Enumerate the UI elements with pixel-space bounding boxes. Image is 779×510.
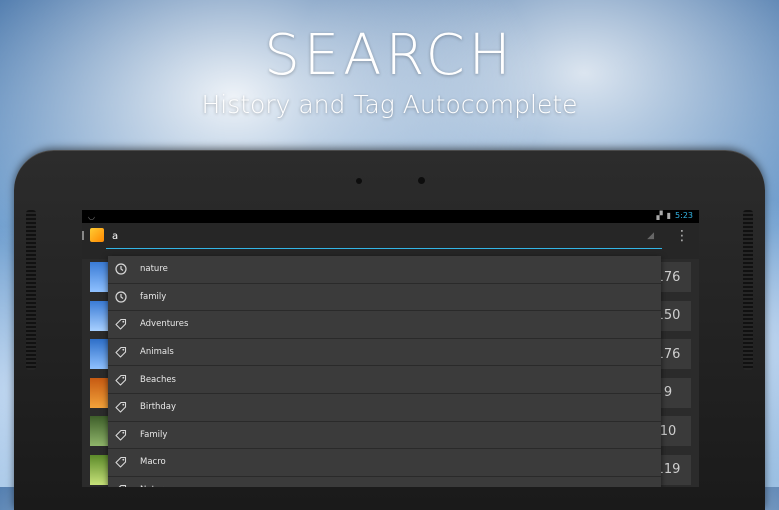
suggestion-item[interactable]: Animals bbox=[108, 339, 661, 367]
suggestion-label: Beaches bbox=[140, 375, 176, 385]
suggestion-item[interactable]: Macro bbox=[108, 449, 661, 477]
suggestion-label: Birthday bbox=[140, 402, 176, 412]
promo-subtitle: History and Tag Autocomplete bbox=[0, 90, 779, 119]
search-box: ◢ bbox=[106, 226, 662, 248]
suggestion-item[interactable]: nature bbox=[108, 256, 661, 284]
tag-icon bbox=[114, 373, 128, 387]
album-thumbnail bbox=[90, 301, 110, 331]
tag-icon bbox=[114, 455, 128, 469]
tag-icon bbox=[114, 400, 128, 414]
album-thumbnail bbox=[90, 416, 110, 446]
sensor-dot bbox=[418, 177, 425, 184]
camera-dot bbox=[356, 178, 362, 184]
action-bar: ◢ ⋮ bbox=[82, 223, 699, 259]
suggestion-label: Macro bbox=[140, 457, 166, 467]
search-underline bbox=[106, 248, 662, 249]
suggestion-item[interactable]: family bbox=[108, 284, 661, 312]
app-logo-icon[interactable] bbox=[90, 228, 104, 242]
suggestion-item[interactable]: Adventures bbox=[108, 311, 661, 339]
suggestion-item[interactable]: Family bbox=[108, 422, 661, 450]
suggestion-label: Adventures bbox=[140, 319, 188, 329]
suggestion-label: nature bbox=[140, 264, 168, 274]
album-thumbnail bbox=[90, 339, 110, 369]
suggestion-label: Family bbox=[140, 430, 167, 440]
tag-icon bbox=[114, 345, 128, 359]
autocomplete-dropdown: nature family Adventures Animals Beaches Birt… bbox=[108, 256, 661, 487]
suggestion-label: Animals bbox=[140, 347, 174, 357]
speaker-right bbox=[743, 210, 753, 370]
suggestion-label: family bbox=[140, 292, 166, 302]
tag-icon bbox=[114, 483, 128, 487]
up-caret-icon[interactable] bbox=[82, 231, 87, 240]
clock-icon bbox=[114, 290, 128, 304]
battery-icon: ▮ bbox=[667, 211, 671, 220]
tag-icon bbox=[114, 317, 128, 331]
status-time: 5:23 bbox=[675, 211, 693, 220]
status-bar: ◡ ▞ ▮ 5:23 bbox=[82, 210, 699, 223]
album-thumbnail bbox=[90, 378, 110, 408]
suggestion-item[interactable]: Beaches bbox=[108, 366, 661, 394]
notification-icon: ◡ bbox=[88, 212, 95, 221]
promo-title: SEARCH bbox=[0, 28, 779, 84]
album-thumbnail bbox=[90, 262, 110, 292]
album-thumbnail bbox=[90, 455, 110, 485]
clear-icon[interactable]: ◢ bbox=[647, 231, 654, 241]
suggestion-item[interactable]: Birthday bbox=[108, 394, 661, 422]
signal-icon: ▞ bbox=[656, 211, 662, 220]
suggestion-item[interactable]: Nature bbox=[108, 477, 661, 487]
app-screen: ◡ ▞ ▮ 5:23 ◢ ⋮ 176150176910119 naturefam… bbox=[82, 210, 699, 487]
clock-icon bbox=[114, 262, 128, 276]
overflow-menu-icon[interactable]: ⋮ bbox=[675, 229, 689, 243]
search-input[interactable] bbox=[106, 226, 674, 246]
speaker-left bbox=[26, 210, 36, 370]
tag-icon bbox=[114, 428, 128, 442]
